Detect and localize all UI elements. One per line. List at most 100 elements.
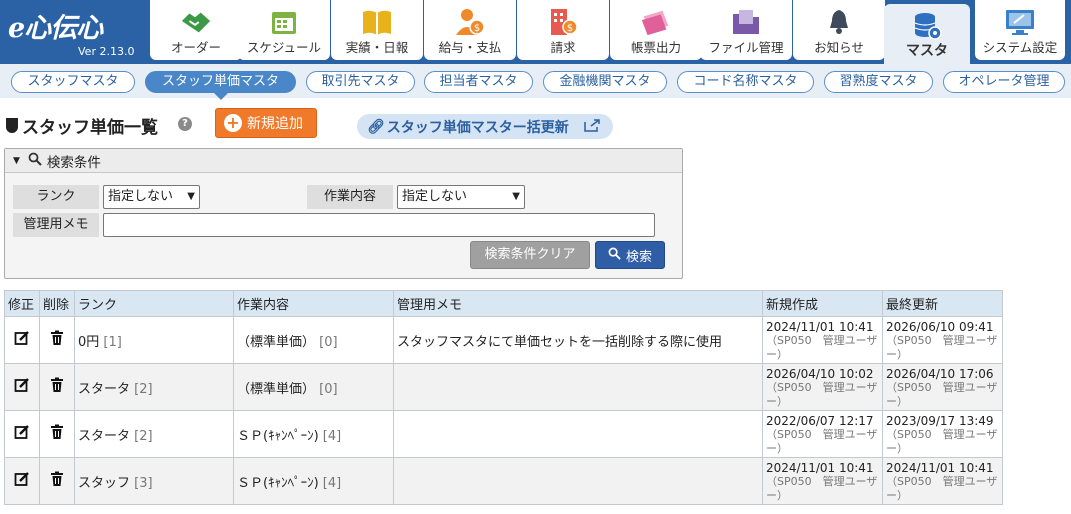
edit-icon[interactable]: [14, 378, 30, 397]
subtab-code-name-master[interactable]: コード名称マスタ: [677, 71, 814, 93]
nav-tab-payroll[interactable]: $ 給与・支払: [424, 0, 516, 60]
memo-cell: [393, 457, 763, 505]
chevron-down-icon: ▼: [512, 191, 520, 202]
trash-icon[interactable]: [50, 377, 64, 397]
subtab-bank-master[interactable]: 金融機関マスタ: [543, 71, 667, 93]
subtab-client-master[interactable]: 取引先マスタ: [306, 71, 415, 93]
updated-by: （SP050 管理ユーザー）: [886, 475, 998, 502]
work-content-select[interactable]: 指定しない ▼: [397, 185, 525, 209]
nav-tab-files[interactable]: ファイル管理: [700, 0, 792, 60]
table-row: 0円 [1] （標準単価） [0] スタッフマスタにて単価セットを一括削除する際に使…: [4, 316, 1003, 364]
trash-icon[interactable]: [50, 424, 64, 444]
nav-tab-label: 給与・支払: [438, 40, 502, 55]
col-created[interactable]: 新規作成: [762, 290, 883, 317]
subtab-proficiency-master[interactable]: 習熟度マスタ: [824, 71, 933, 93]
nav-tab-reports[interactable]: 帳票出力: [610, 0, 702, 60]
memo-cell: [393, 410, 763, 458]
work-code: [4]: [322, 428, 342, 444]
subtab-staff-master[interactable]: スタッフマスタ: [11, 71, 135, 93]
edit-icon[interactable]: [14, 331, 30, 350]
col-delete: 削除: [39, 290, 75, 317]
calendar-icon: [268, 7, 300, 37]
rank-label: ランク: [13, 185, 99, 209]
subtab-contact-master[interactable]: 担当者マスタ: [424, 71, 533, 93]
search-button[interactable]: 検索: [595, 241, 665, 269]
edit-cell: [4, 457, 40, 505]
collapse-triangle-icon: ▼: [13, 155, 20, 166]
nav-tab-results[interactable]: 実績・日報: [331, 0, 423, 60]
rank-code: [1]: [103, 334, 122, 350]
nav-tab-system-settings[interactable]: システム設定: [975, 0, 1065, 60]
nav-tab-label: 帳票出力: [630, 40, 681, 55]
work-content-select-value: 指定しない: [402, 189, 468, 204]
updated-by: （SP050 管理ユーザー）: [886, 428, 998, 455]
work-cell: ＳＰ(ｷｬﾝﾍﾟｰﾝ) [4]: [233, 410, 394, 458]
version-label: Ver 2.13.0: [78, 45, 135, 58]
col-rank[interactable]: ランク: [74, 290, 234, 317]
updated-cell: 2026/04/10 17:06 （SP050 管理ユーザー）: [882, 363, 1003, 411]
created-timestamp: 2024/11/01 10:41: [766, 320, 874, 334]
nav-tab-label: 実績・日報: [345, 40, 409, 55]
updated-cell: 2026/06/10 09:41 （SP050 管理ユーザー）: [882, 316, 1003, 364]
search-panel-header[interactable]: ▼ 検索条件: [5, 149, 682, 173]
memo-label: 管理用メモ: [13, 213, 99, 237]
created-by: （SP050 管理ユーザー）: [766, 475, 878, 502]
work-code: [0]: [319, 381, 338, 397]
nav-tab-order[interactable]: オーダー: [150, 0, 242, 60]
external-link-icon: [583, 118, 601, 136]
col-work[interactable]: 作業内容: [233, 290, 394, 317]
subtab-operator-management[interactable]: オペレータ管理: [943, 71, 1065, 93]
bulk-update-label: スタッフ単価マスター括更新: [386, 119, 569, 136]
help-icon[interactable]: ?: [178, 117, 192, 131]
search-icon: [608, 247, 621, 264]
nav-tab-master[interactable]: マスタ: [884, 4, 970, 68]
app-logo[interactable]: e心伝心 Ver 2.13.0: [0, 0, 146, 64]
work-cell: （標準単価） [0]: [233, 363, 394, 411]
trash-icon[interactable]: [50, 471, 64, 491]
subtab-staff-unit-price-master[interactable]: スタッフ単価マスタ: [145, 71, 296, 100]
rank-cell: スタッフ [3]: [74, 457, 234, 505]
folder-icon: [730, 7, 762, 37]
search-panel: ▼ 検索条件 ランク 指定しない ▼ 作業内容 指定しない ▼ 管理用メモ 検索…: [4, 148, 683, 279]
edit-cell: [4, 410, 40, 458]
add-new-button[interactable]: + 新規追加: [215, 108, 317, 138]
created-cell: 2026/04/10 10:02 （SP050 管理ユーザー）: [762, 363, 883, 411]
updated-timestamp: 2023/09/17 13:49: [886, 414, 994, 428]
rank-select-value: 指定しない: [108, 189, 174, 204]
rank-select[interactable]: 指定しない ▼: [103, 185, 200, 209]
rank-code: [3]: [134, 475, 153, 491]
nav-tab-schedule[interactable]: スケジュール: [238, 0, 330, 60]
nav-tab-label: 請求: [550, 40, 576, 55]
edit-icon[interactable]: [14, 425, 30, 444]
bulk-update-link[interactable]: 🔗︎ スタッフ単価マスター括更新: [357, 114, 613, 139]
trash-icon[interactable]: [50, 330, 64, 350]
nav-tab-billing[interactable]: $ 請求: [517, 0, 609, 60]
work-cell: ＳＰ(ｷｬﾝﾍﾟｰﾝ) [4]: [233, 457, 394, 505]
delete-cell: [39, 363, 75, 411]
edit-icon[interactable]: [14, 472, 30, 491]
updated-timestamp: 2026/04/10 17:06: [886, 367, 994, 381]
work-name: ＳＰ(ｷｬﾝﾍﾟｰﾝ): [237, 475, 319, 491]
created-cell: 2024/11/01 10:41 （SP050 管理ユーザー）: [762, 316, 883, 364]
nav-tab-label: マスタ: [906, 43, 948, 59]
nav-tab-label: システム設定: [982, 40, 1058, 55]
work-code: [0]: [319, 334, 338, 350]
nav-tab-label: オーダー: [170, 40, 221, 55]
col-memo[interactable]: 管理用メモ: [393, 290, 763, 317]
updated-timestamp: 2026/06/10 09:41: [886, 320, 994, 334]
link-icon: 🔗︎: [367, 118, 385, 135]
col-edit: 修正: [4, 290, 40, 317]
created-by: （SP050 管理ユーザー）: [766, 334, 878, 361]
memo-input[interactable]: [103, 213, 655, 237]
rank-name: スタッフ: [78, 475, 131, 491]
delete-cell: [39, 316, 75, 364]
master-subnavigation: スタッフマスタ スタッフ単価マスタ 取引先マスタ 担当者マスタ 金融機関マスタ …: [0, 64, 1071, 100]
col-updated[interactable]: 最終更新: [882, 290, 1003, 317]
rank-cell: スタータ [2]: [74, 410, 234, 458]
edit-cell: [4, 316, 40, 364]
page-title: スタッフ単価一覧: [22, 118, 158, 138]
clear-search-button[interactable]: 検索条件クリア: [470, 241, 590, 269]
svg-text:$: $: [474, 23, 480, 34]
nav-tab-label: ファイル管理: [708, 40, 784, 55]
nav-tab-notices[interactable]: お知らせ: [793, 0, 885, 60]
